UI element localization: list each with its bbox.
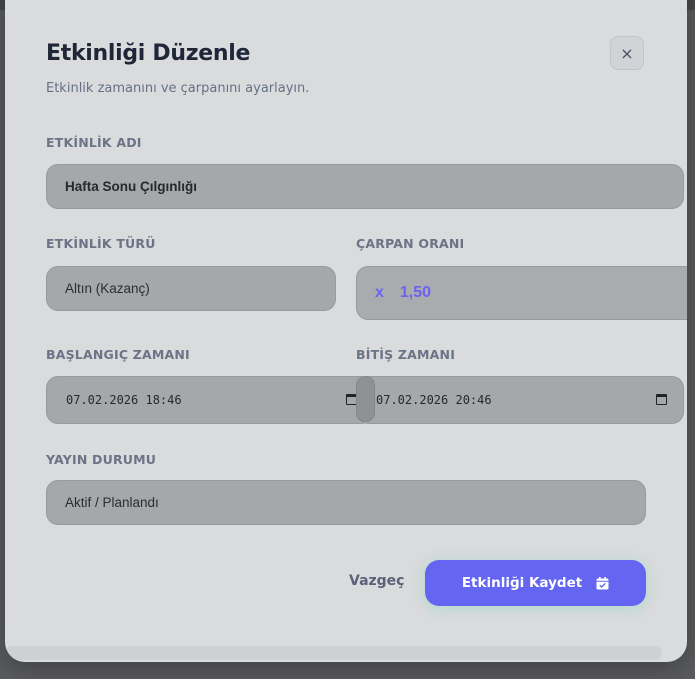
event-type-label: ETKİNLİK TÜRÜ xyxy=(46,236,156,251)
event-name-value: Hafta Sonu Çılgınlığı xyxy=(65,179,197,194)
save-event-label: Etkinliği Kaydet xyxy=(461,575,583,591)
save-event-button[interactable]: Etkinliği Kaydet xyxy=(425,560,646,606)
cancel-button[interactable]: Vazgeç xyxy=(349,573,404,589)
status-value: Aktif / Planlandı xyxy=(65,495,159,510)
multiplier-prefix: x xyxy=(375,284,384,301)
modal-title: Etkinliği Düzenle xyxy=(46,41,251,66)
event-name-label: ETKİNLİK ADI xyxy=(46,135,142,150)
horizontal-scrollbar[interactable] xyxy=(5,646,662,660)
end-time-value: 07.02.2026 20:46 xyxy=(376,393,492,407)
multiplier-value: 1,50 xyxy=(399,284,432,301)
end-time-input[interactable]: 07.02.2026 20:46 xyxy=(356,376,684,424)
edit-event-modal: Etkinliği Düzenle Etkinlik zamanını ve ç… xyxy=(5,0,687,662)
start-time-input[interactable]: 07.02.2026 18:46 xyxy=(46,376,374,424)
multiplier-input[interactable]: x 1,50 xyxy=(356,266,687,320)
close-icon: × xyxy=(620,43,634,63)
status-label: YAYIN DURUMU xyxy=(46,452,157,467)
status-select[interactable]: Aktif / Planlandı xyxy=(46,480,646,525)
start-time-value: 07.02.2026 18:46 xyxy=(66,393,182,407)
start-time-label: BAŞLANGIÇ ZAMANI xyxy=(46,347,190,362)
event-type-value: Altın (Kazanç) xyxy=(65,281,150,296)
multiplier-label: ÇARPAN ORANI xyxy=(356,236,465,251)
calendar-icon[interactable] xyxy=(656,394,667,405)
calendar-check-icon xyxy=(596,576,609,590)
drag-handle[interactable] xyxy=(356,376,375,422)
event-type-select[interactable]: Altın (Kazanç) xyxy=(46,266,336,311)
modal-subtitle: Etkinlik zamanını ve çarpanını ayarlayın… xyxy=(46,81,310,96)
close-button[interactable]: × xyxy=(610,36,644,70)
event-name-input[interactable]: Hafta Sonu Çılgınlığı xyxy=(46,164,684,209)
end-time-label: BİTİŞ ZAMANI xyxy=(356,347,456,362)
